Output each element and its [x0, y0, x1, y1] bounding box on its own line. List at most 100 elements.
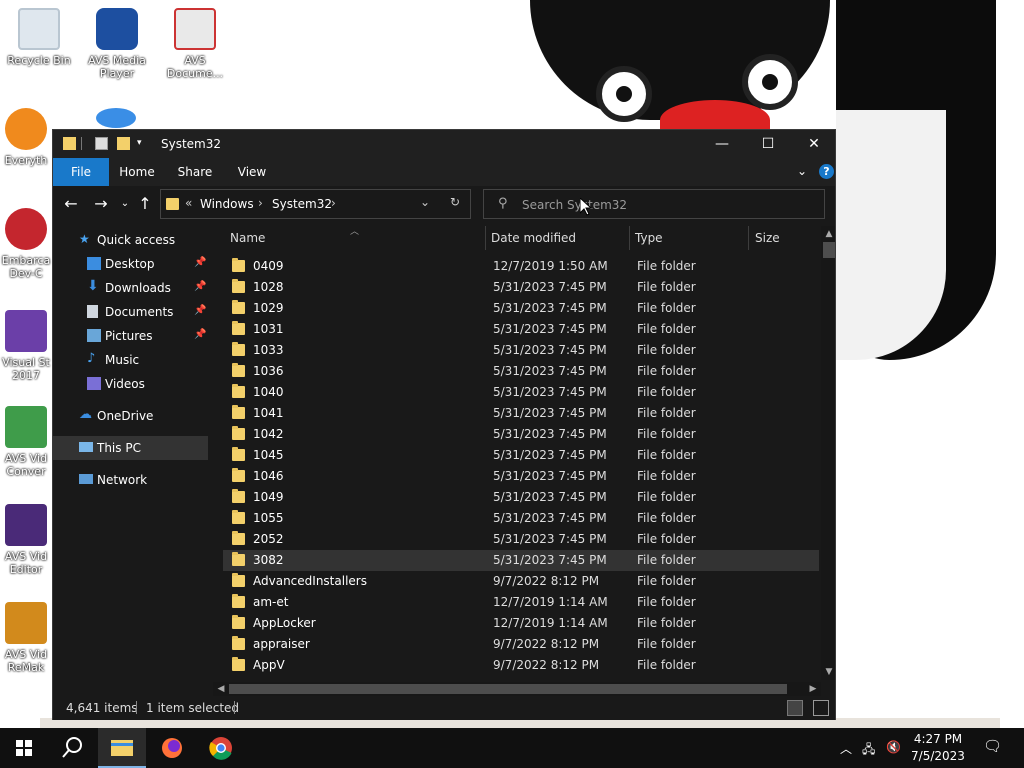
column-divider[interactable] — [748, 226, 749, 250]
help-icon[interactable]: ? — [819, 164, 834, 179]
breadcrumb-windows[interactable]: Windows — [200, 197, 254, 211]
scroll-right-arrow-icon[interactable]: ▶ — [807, 682, 819, 696]
volume-muted-icon[interactable]: 🔇 — [886, 740, 901, 754]
desktop-icon-avs-video-editor[interactable]: AVS Vid Editor — [0, 504, 56, 576]
search-input[interactable] — [522, 196, 812, 214]
taskbar-file-explorer[interactable] — [98, 728, 146, 768]
file-name: AppV — [253, 658, 285, 672]
table-row[interactable]: 1045 5/31/2023 7:45 PM File folder — [223, 445, 819, 466]
nav-desktop[interactable]: Desktop 📌 — [53, 252, 208, 276]
table-row[interactable]: 0409 12/7/2019 1:50 AM File folder — [223, 256, 819, 277]
table-row[interactable]: 3082 5/31/2023 7:45 PM File folder — [223, 550, 819, 571]
table-row[interactable]: 1055 5/31/2023 7:45 PM File folder — [223, 508, 819, 529]
desktop-icon-avs-document[interactable]: AVS Docume... — [158, 8, 232, 80]
desktop-icon-dev-cpp[interactable]: Embarca Dev-C — [0, 208, 56, 280]
table-row[interactable]: 1029 5/31/2023 7:45 PM File folder — [223, 298, 819, 319]
notifications-icon[interactable]: 🗨 — [983, 737, 1002, 755]
tab-share[interactable]: Share — [173, 158, 217, 186]
file-name: am-et — [253, 595, 289, 609]
title-bar[interactable]: ▾ System32 — ☐ ✕ — [53, 130, 835, 158]
refresh-icon[interactable]: ↻ — [450, 195, 460, 209]
back-arrow-icon[interactable]: ← — [59, 193, 83, 215]
table-row[interactable]: 1031 5/31/2023 7:45 PM File folder — [223, 319, 819, 340]
desktop-icon-avs-video-converter[interactable]: AVS Vid Conver — [0, 406, 56, 478]
tab-file[interactable]: File — [53, 158, 109, 186]
desktop-icon-visual-studio[interactable]: Visual St 2017 — [0, 310, 56, 382]
table-row[interactable]: AppV 9/7/2022 8:12 PM File folder — [223, 655, 819, 676]
table-row[interactable]: 1040 5/31/2023 7:45 PM File folder — [223, 382, 819, 403]
network-icon[interactable]: 🖧 — [862, 740, 875, 761]
tab-view[interactable]: View — [231, 158, 273, 186]
table-row[interactable]: appraiser 9/7/2022 8:12 PM File folder — [223, 634, 819, 655]
vertical-scrollbar[interactable]: ▲ ▼ — [821, 226, 835, 680]
file-date: 5/31/2023 7:45 PM — [493, 385, 607, 399]
column-divider[interactable] — [485, 226, 486, 250]
scroll-up-arrow-icon[interactable]: ▲ — [823, 228, 835, 240]
details-view-icon[interactable] — [787, 700, 803, 716]
desktop-icon-avs-media-player[interactable]: AVS Media Player — [80, 8, 154, 80]
maximize-button[interactable]: ☐ — [745, 130, 791, 158]
show-hidden-icons-chevron-icon[interactable]: ︿ — [840, 740, 852, 757]
breadcrumb-system32[interactable]: System32 — [272, 197, 332, 211]
nav-pictures[interactable]: Pictures 📌 — [53, 324, 208, 348]
properties-icon[interactable] — [95, 137, 108, 150]
close-button[interactable]: ✕ — [791, 130, 837, 158]
start-button[interactable] — [0, 728, 48, 768]
expand-ribbon-chevron-icon[interactable]: ⌄ — [797, 164, 807, 178]
large-icons-view-icon[interactable] — [813, 700, 829, 716]
address-history-chevron-icon[interactable]: ⌄ — [420, 195, 430, 209]
nav-music[interactable]: ♪ Music — [53, 348, 208, 372]
address-overflow[interactable]: « — [185, 196, 192, 210]
breadcrumb-separator[interactable]: › — [331, 196, 336, 210]
new-folder-icon[interactable] — [117, 137, 130, 150]
nav-videos[interactable]: Videos — [53, 372, 208, 396]
tab-home[interactable]: Home — [115, 158, 159, 186]
column-divider[interactable] — [629, 226, 630, 250]
nav-documents[interactable]: Documents 📌 — [53, 300, 208, 324]
desktop-icon-avs-video-remaker[interactable]: AVS Vid ReMak — [0, 602, 56, 674]
nav-quick-access[interactable]: ★ Quick access — [53, 228, 208, 252]
table-row[interactable]: 1042 5/31/2023 7:45 PM File folder — [223, 424, 819, 445]
table-row[interactable]: 1046 5/31/2023 7:45 PM File folder — [223, 466, 819, 487]
file-name: 1041 — [253, 406, 284, 420]
table-row[interactable]: AppLocker 12/7/2019 1:14 AM File folder — [223, 613, 819, 634]
chevron-down-icon[interactable]: ▾ — [137, 138, 150, 151]
desktop-icon-everything[interactable]: Everyth — [0, 108, 56, 167]
nav-onedrive[interactable]: ☁ OneDrive — [53, 404, 208, 428]
table-row[interactable]: 2052 5/31/2023 7:45 PM File folder — [223, 529, 819, 550]
folder-icon — [232, 510, 245, 524]
up-arrow-icon[interactable]: ↑ — [133, 193, 157, 215]
table-row[interactable]: 1033 5/31/2023 7:45 PM File folder — [223, 340, 819, 361]
taskbar-firefox[interactable] — [148, 728, 196, 768]
scroll-down-arrow-icon[interactable]: ▼ — [823, 666, 835, 678]
minimize-button[interactable]: — — [699, 130, 745, 158]
breadcrumb-separator[interactable]: › — [258, 196, 263, 210]
nav-network[interactable]: Network — [53, 468, 208, 492]
table-row[interactable]: 1028 5/31/2023 7:45 PM File folder — [223, 277, 819, 298]
nav-this-pc[interactable]: This PC — [53, 436, 208, 460]
taskbar-chrome[interactable] — [197, 728, 245, 768]
address-bar[interactable]: « Windows › System32 › ⌄ ↻ — [160, 189, 471, 219]
forward-arrow-icon[interactable]: → — [89, 193, 113, 215]
file-type: File folder — [637, 427, 696, 441]
table-row[interactable]: 1049 5/31/2023 7:45 PM File folder — [223, 487, 819, 508]
table-row[interactable]: 1041 5/31/2023 7:45 PM File folder — [223, 403, 819, 424]
nav-downloads[interactable]: ⬇ Downloads 📌 — [53, 276, 208, 300]
table-row[interactable]: 1036 5/31/2023 7:45 PM File folder — [223, 361, 819, 382]
table-row[interactable]: AdvancedInstallers 9/7/2022 8:12 PM File f… — [223, 571, 819, 592]
scroll-thumb[interactable] — [229, 684, 787, 694]
file-name: 3082 — [253, 553, 284, 567]
scroll-thumb[interactable] — [823, 242, 835, 258]
desktop-icon-recycle-bin[interactable]: Recycle Bin — [2, 8, 76, 67]
horizontal-scrollbar[interactable]: ◀ ▶ — [213, 682, 821, 696]
column-name[interactable]: Name — [230, 231, 265, 245]
search-button[interactable] — [48, 728, 96, 768]
table-row[interactable]: am-et 12/7/2019 1:14 AM File folder — [223, 592, 819, 613]
star-icon: ★ — [79, 232, 90, 246]
column-type[interactable]: Type — [635, 231, 663, 245]
column-date-modified[interactable]: Date modified — [491, 231, 576, 245]
clock[interactable]: 4:27 PM 7/5/2023 — [906, 731, 970, 765]
search-box[interactable]: ⚲ — [483, 189, 825, 219]
column-size[interactable]: Size — [755, 231, 780, 245]
scroll-left-arrow-icon[interactable]: ◀ — [215, 682, 227, 696]
